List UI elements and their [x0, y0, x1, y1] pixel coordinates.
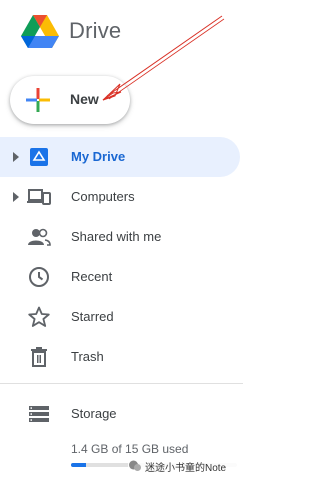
star-icon	[28, 306, 50, 327]
my-drive-icon	[30, 148, 48, 166]
plus-icon	[26, 88, 50, 112]
expand-arrow-icon[interactable]	[12, 151, 20, 163]
computers-icon	[27, 189, 51, 205]
sidebar-item-trash[interactable]: Trash	[0, 337, 240, 377]
sidebar-nav: My Drive Computers Shared with me Recent	[0, 137, 243, 377]
sidebar-item-label: Computers	[71, 189, 135, 204]
storage-icon	[29, 406, 49, 422]
shared-with-me-icon	[28, 228, 51, 246]
app-header: Drive	[0, 0, 243, 64]
sidebar-item-computers[interactable]: Computers	[0, 177, 240, 217]
storage-usage-fill	[71, 463, 87, 467]
divider	[0, 383, 243, 384]
sidebar-item-my-drive[interactable]: My Drive	[0, 137, 240, 177]
google-drive-logo[interactable]	[21, 15, 59, 49]
watermark: 迷途小书童的Note	[128, 457, 240, 475]
sidebar-item-label: Recent	[71, 269, 113, 284]
app-title: Drive	[69, 18, 122, 43]
sidebar-item-starred[interactable]: Starred	[0, 297, 240, 337]
expand-arrow-icon[interactable]	[12, 191, 20, 203]
sidebar-item-shared-with-me[interactable]: Shared with me	[0, 217, 240, 257]
clock-icon	[29, 267, 49, 287]
wechat-icon	[129, 460, 141, 471]
sidebar-item-label: Storage	[71, 406, 117, 421]
sidebar-item-label: Starred	[71, 309, 114, 324]
watermark-text: 迷途小书童的Note	[145, 462, 227, 474]
sidebar-item-label: Shared with me	[71, 229, 162, 244]
sidebar-item-label: Trash	[71, 349, 104, 364]
storage-usage-text: 1.4 GB of 15 GB used	[71, 442, 189, 456]
trash-icon	[31, 347, 47, 367]
new-button[interactable]: New	[10, 76, 130, 124]
sidebar-item-label: My Drive	[71, 149, 126, 164]
new-button-label: New	[70, 91, 99, 107]
sidebar-item-storage[interactable]: Storage	[0, 394, 243, 434]
sidebar-item-recent[interactable]: Recent	[0, 257, 240, 297]
